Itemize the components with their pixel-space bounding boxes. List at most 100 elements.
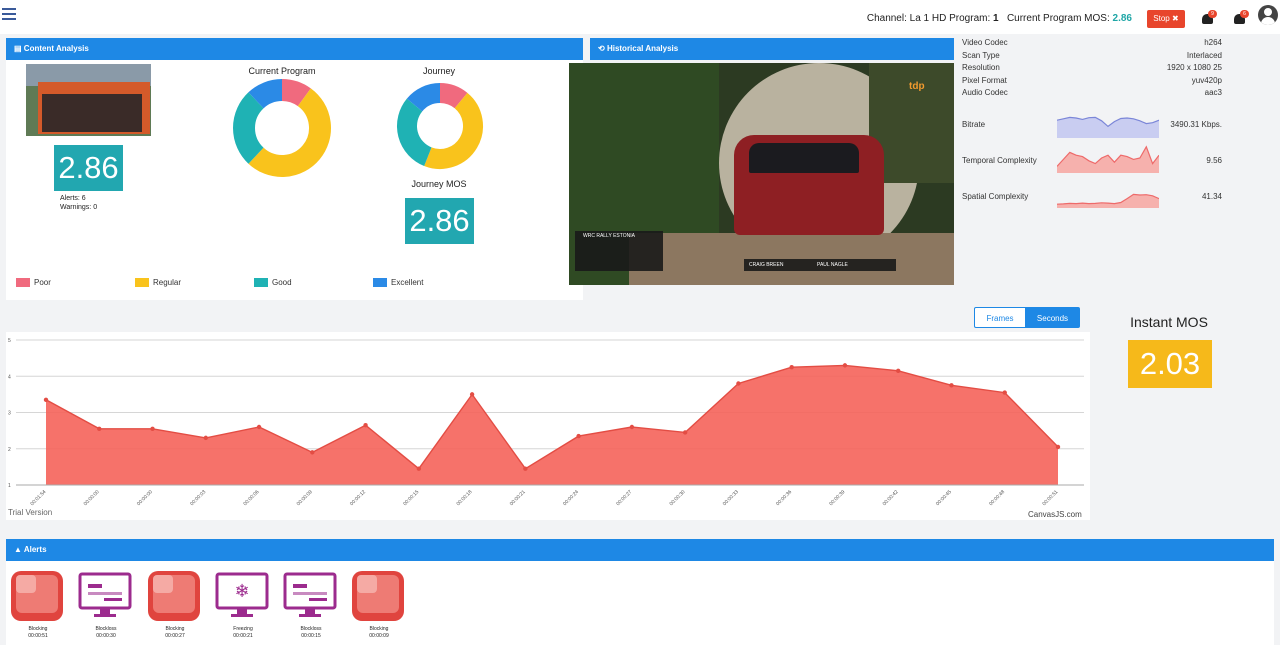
y-tick-label: 1 — [8, 483, 11, 489]
x-tick-label: 00:00:09 — [296, 489, 314, 507]
svg-text:❄: ❄ — [234, 581, 249, 602]
notification-badge: 9 — [1208, 10, 1217, 18]
sparkline-area — [1057, 117, 1159, 138]
mos-point[interactable] — [416, 466, 422, 471]
mos-point[interactable] — [310, 450, 315, 455]
legend-good: Good — [254, 278, 292, 288]
overlay-codriver: PAUL NAGLE — [817, 262, 848, 268]
x-tick-label: 00:00:36 — [775, 489, 793, 507]
x-tick-label: 00:00:42 — [882, 489, 900, 507]
seconds-toggle[interactable]: Seconds — [1025, 307, 1080, 328]
donut-slice-poor[interactable] — [439, 83, 468, 109]
alert-time-label: 00:00:09 — [369, 633, 389, 639]
alert-type-label: Blocking — [369, 626, 389, 632]
mos-point[interactable] — [363, 422, 368, 428]
journey-mos-title: Journey MOS — [411, 179, 467, 189]
legend-excellent: Excellent — [373, 278, 423, 288]
blocking-icon — [352, 571, 404, 621]
mos-point[interactable] — [576, 433, 581, 439]
donut-slice-regular[interactable] — [424, 92, 483, 169]
hamburger-menu-icon[interactable] — [2, 8, 16, 22]
mos-point[interactable] — [842, 363, 848, 368]
current-mos-label: Current Program MOS: — [1006, 13, 1110, 24]
alert-blockloss[interactable] — [78, 570, 134, 622]
program-thumbnail[interactable] — [26, 64, 151, 136]
metric-bitrate-label: Bitrate — [962, 120, 986, 129]
user-avatar-icon[interactable] — [1258, 5, 1278, 25]
x-tick-label: 00:01:54 — [29, 489, 47, 507]
spatial-complexity-sparkline — [1057, 193, 1159, 208]
alerts-header: ▲ Alerts — [6, 539, 1274, 561]
overlay-title: WRC RALLY ESTONIA — [583, 233, 635, 239]
x-tick-label: 00:00:27 — [615, 489, 633, 507]
y-tick-label: 4 — [8, 374, 11, 380]
alert-blockloss[interactable] — [283, 570, 339, 622]
bitrate-sparkline — [1057, 116, 1159, 138]
y-tick-label: 5 — [8, 338, 11, 344]
mos-point[interactable] — [789, 364, 794, 370]
video-player[interactable]: tdp WRC RALLY ESTONIA CRAIG BREEN PAUL N… — [569, 63, 954, 285]
mos-point[interactable] — [469, 392, 475, 397]
mos-point[interactable] — [203, 435, 208, 441]
x-tick-label: 00:00:24 — [562, 489, 580, 507]
alert-freezing[interactable]: ❄ — [215, 570, 271, 622]
mos-point[interactable] — [256, 424, 262, 430]
stat-pixel-format-label: Pixel Format — [962, 76, 1007, 85]
stat-video-codec-value: h264 — [1204, 38, 1222, 47]
donut-slice-good[interactable] — [233, 92, 264, 164]
x-tick-label: 00:00:30 — [669, 489, 687, 507]
chart-icon: ▤ — [14, 44, 22, 53]
mos-point[interactable] — [150, 426, 155, 432]
mos-point[interactable] — [896, 368, 901, 374]
stat-scan-type-value: Interlaced — [1186, 51, 1222, 60]
stat-audio-codec-value: aac3 — [1204, 88, 1222, 97]
freezing-icon: ❄ — [215, 572, 269, 617]
canvasjs-credit[interactable]: CanvasJS.com — [1028, 510, 1082, 519]
donut-slice-excellent[interactable] — [406, 83, 441, 112]
metric-spatial-label: Spatial Complexity — [962, 192, 1029, 201]
mos-point[interactable] — [949, 383, 954, 388]
blockloss-icon — [283, 572, 337, 617]
stop-button[interactable]: Stop ✖ — [1147, 10, 1185, 28]
x-tick-label: 00:00:06 — [242, 489, 260, 507]
alert-time-label: 00:00:21 — [233, 633, 253, 639]
alert-blocking[interactable] — [10, 570, 66, 622]
program-value: 1 — [993, 13, 999, 24]
donut-slice-good[interactable] — [397, 98, 433, 166]
current-mos-value: 2.86 — [1112, 13, 1132, 24]
x-tick-label: 00:00:39 — [828, 489, 846, 507]
top-bar: Channel: La 1 HD Program: 1 Current Prog… — [0, 0, 1280, 34]
x-tick-label: 00:00:21 — [509, 489, 527, 507]
alert-time-label: 00:00:51 — [28, 633, 48, 639]
metric-temporal-value: 9.56 — [1206, 156, 1222, 165]
program-label: Program: — [949, 13, 991, 24]
x-tick-label: 00:00:51 — [1041, 489, 1059, 507]
historical-analysis-title: Historical Analysis — [606, 44, 679, 53]
mos-point[interactable] — [629, 424, 635, 430]
mos-point[interactable] — [736, 381, 741, 386]
instant-mos-title: Instant MOS — [1130, 314, 1208, 330]
overlay-driver: CRAIG BREEN — [749, 262, 784, 268]
donut-slice-regular[interactable] — [248, 88, 331, 177]
current-program-title: Current Program — [248, 66, 316, 76]
mos-point[interactable] — [523, 466, 528, 471]
donut-slice-poor[interactable] — [281, 79, 311, 107]
alert-bell-icon[interactable]: 6 — [1233, 10, 1249, 26]
x-tick-label: 00:00:33 — [722, 489, 740, 507]
stat-pixel-format-value: yuv420p — [1191, 76, 1222, 85]
alert-time-label: 00:00:15 — [301, 633, 321, 639]
notification-bell-icon[interactable]: 9 — [1201, 10, 1217, 26]
x-tick-label: 00:00:18 — [456, 489, 474, 507]
mos-point[interactable] — [43, 397, 49, 403]
content-analysis-title: Content Analysis — [23, 44, 89, 53]
donut-slice-excellent[interactable] — [248, 79, 283, 109]
stat-audio-codec-label: Audio Codec — [962, 88, 1008, 97]
mos-point[interactable] — [1055, 444, 1061, 450]
alert-blocking[interactable] — [147, 570, 203, 622]
alert-type-label: Blockloss — [95, 626, 117, 632]
alert-blocking[interactable] — [351, 570, 407, 622]
frames-toggle[interactable]: Frames — [974, 307, 1026, 328]
mos-point[interactable] — [97, 426, 102, 432]
mos-point[interactable] — [1002, 390, 1007, 395]
mos-point[interactable] — [682, 430, 688, 435]
